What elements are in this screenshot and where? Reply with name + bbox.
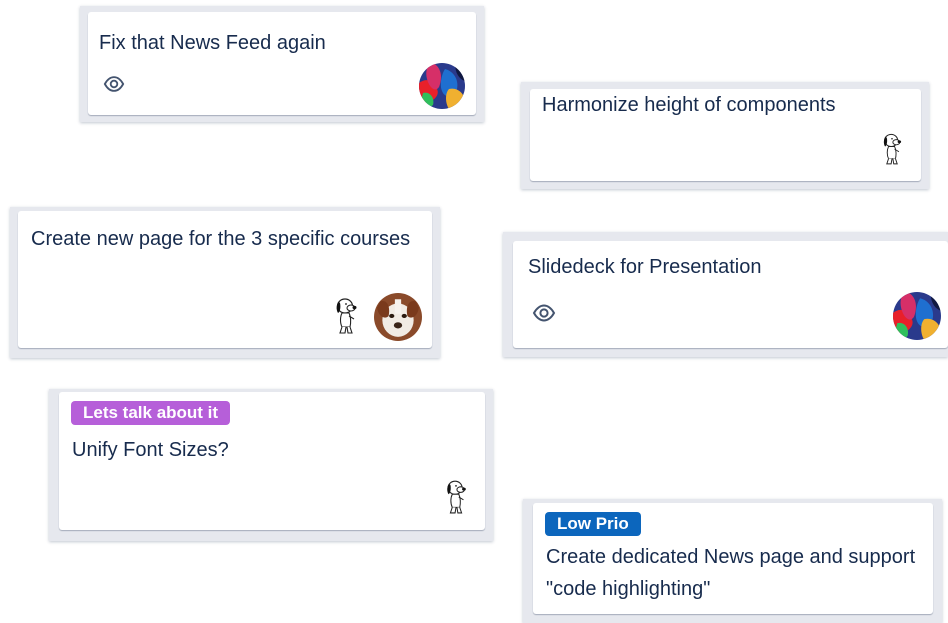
colorful-avatar[interactable] (419, 63, 465, 109)
snoopy-avatar[interactable] (331, 295, 361, 339)
card-fix-news-feed[interactable]: Fix that News Feed again (88, 12, 476, 115)
card-title: Unify Font Sizes? (72, 439, 229, 461)
card-container: Create new page for the 3 specific cours… (10, 207, 440, 358)
eye-icon (532, 301, 556, 325)
colorful-avatar[interactable] (893, 292, 941, 340)
card-container: Slidedeck for Presentation (503, 232, 948, 357)
snoopy-avatar[interactable] (442, 477, 470, 519)
card-create-new-page[interactable]: Create new page for the 3 specific cours… (18, 211, 432, 348)
card-container: Low Prio Create dedicated News page and … (523, 499, 942, 623)
card-title: Create new page for the 3 specific cours… (31, 228, 411, 250)
card-title: Harmonize height of components (542, 94, 836, 116)
card-title: Create dedicated News page and support "… (546, 546, 916, 600)
label-low-prio[interactable]: Low Prio (545, 512, 641, 536)
label-lets-talk[interactable]: Lets talk about it (71, 401, 231, 425)
card-title: Slidedeck for Presentation (528, 256, 762, 278)
card-container: Lets talk about it Unify Font Sizes? (49, 389, 493, 541)
card-harmonize-height[interactable]: Harmonize height of components (530, 89, 921, 181)
snoopy-avatar[interactable] (879, 131, 905, 169)
card-title: Fix that News Feed again (99, 32, 326, 54)
card-container: Harmonize height of components (521, 82, 929, 189)
eye-icon (103, 73, 125, 95)
card-container: Fix that News Feed again (80, 6, 484, 122)
card-slidedeck[interactable]: Slidedeck for Presentation (513, 241, 948, 348)
card-dedicated-news-page[interactable]: Low Prio Create dedicated News page and … (533, 503, 933, 614)
card-unify-font-sizes[interactable]: Lets talk about it Unify Font Sizes? (59, 392, 485, 530)
dog-photo-avatar[interactable] (374, 293, 422, 341)
